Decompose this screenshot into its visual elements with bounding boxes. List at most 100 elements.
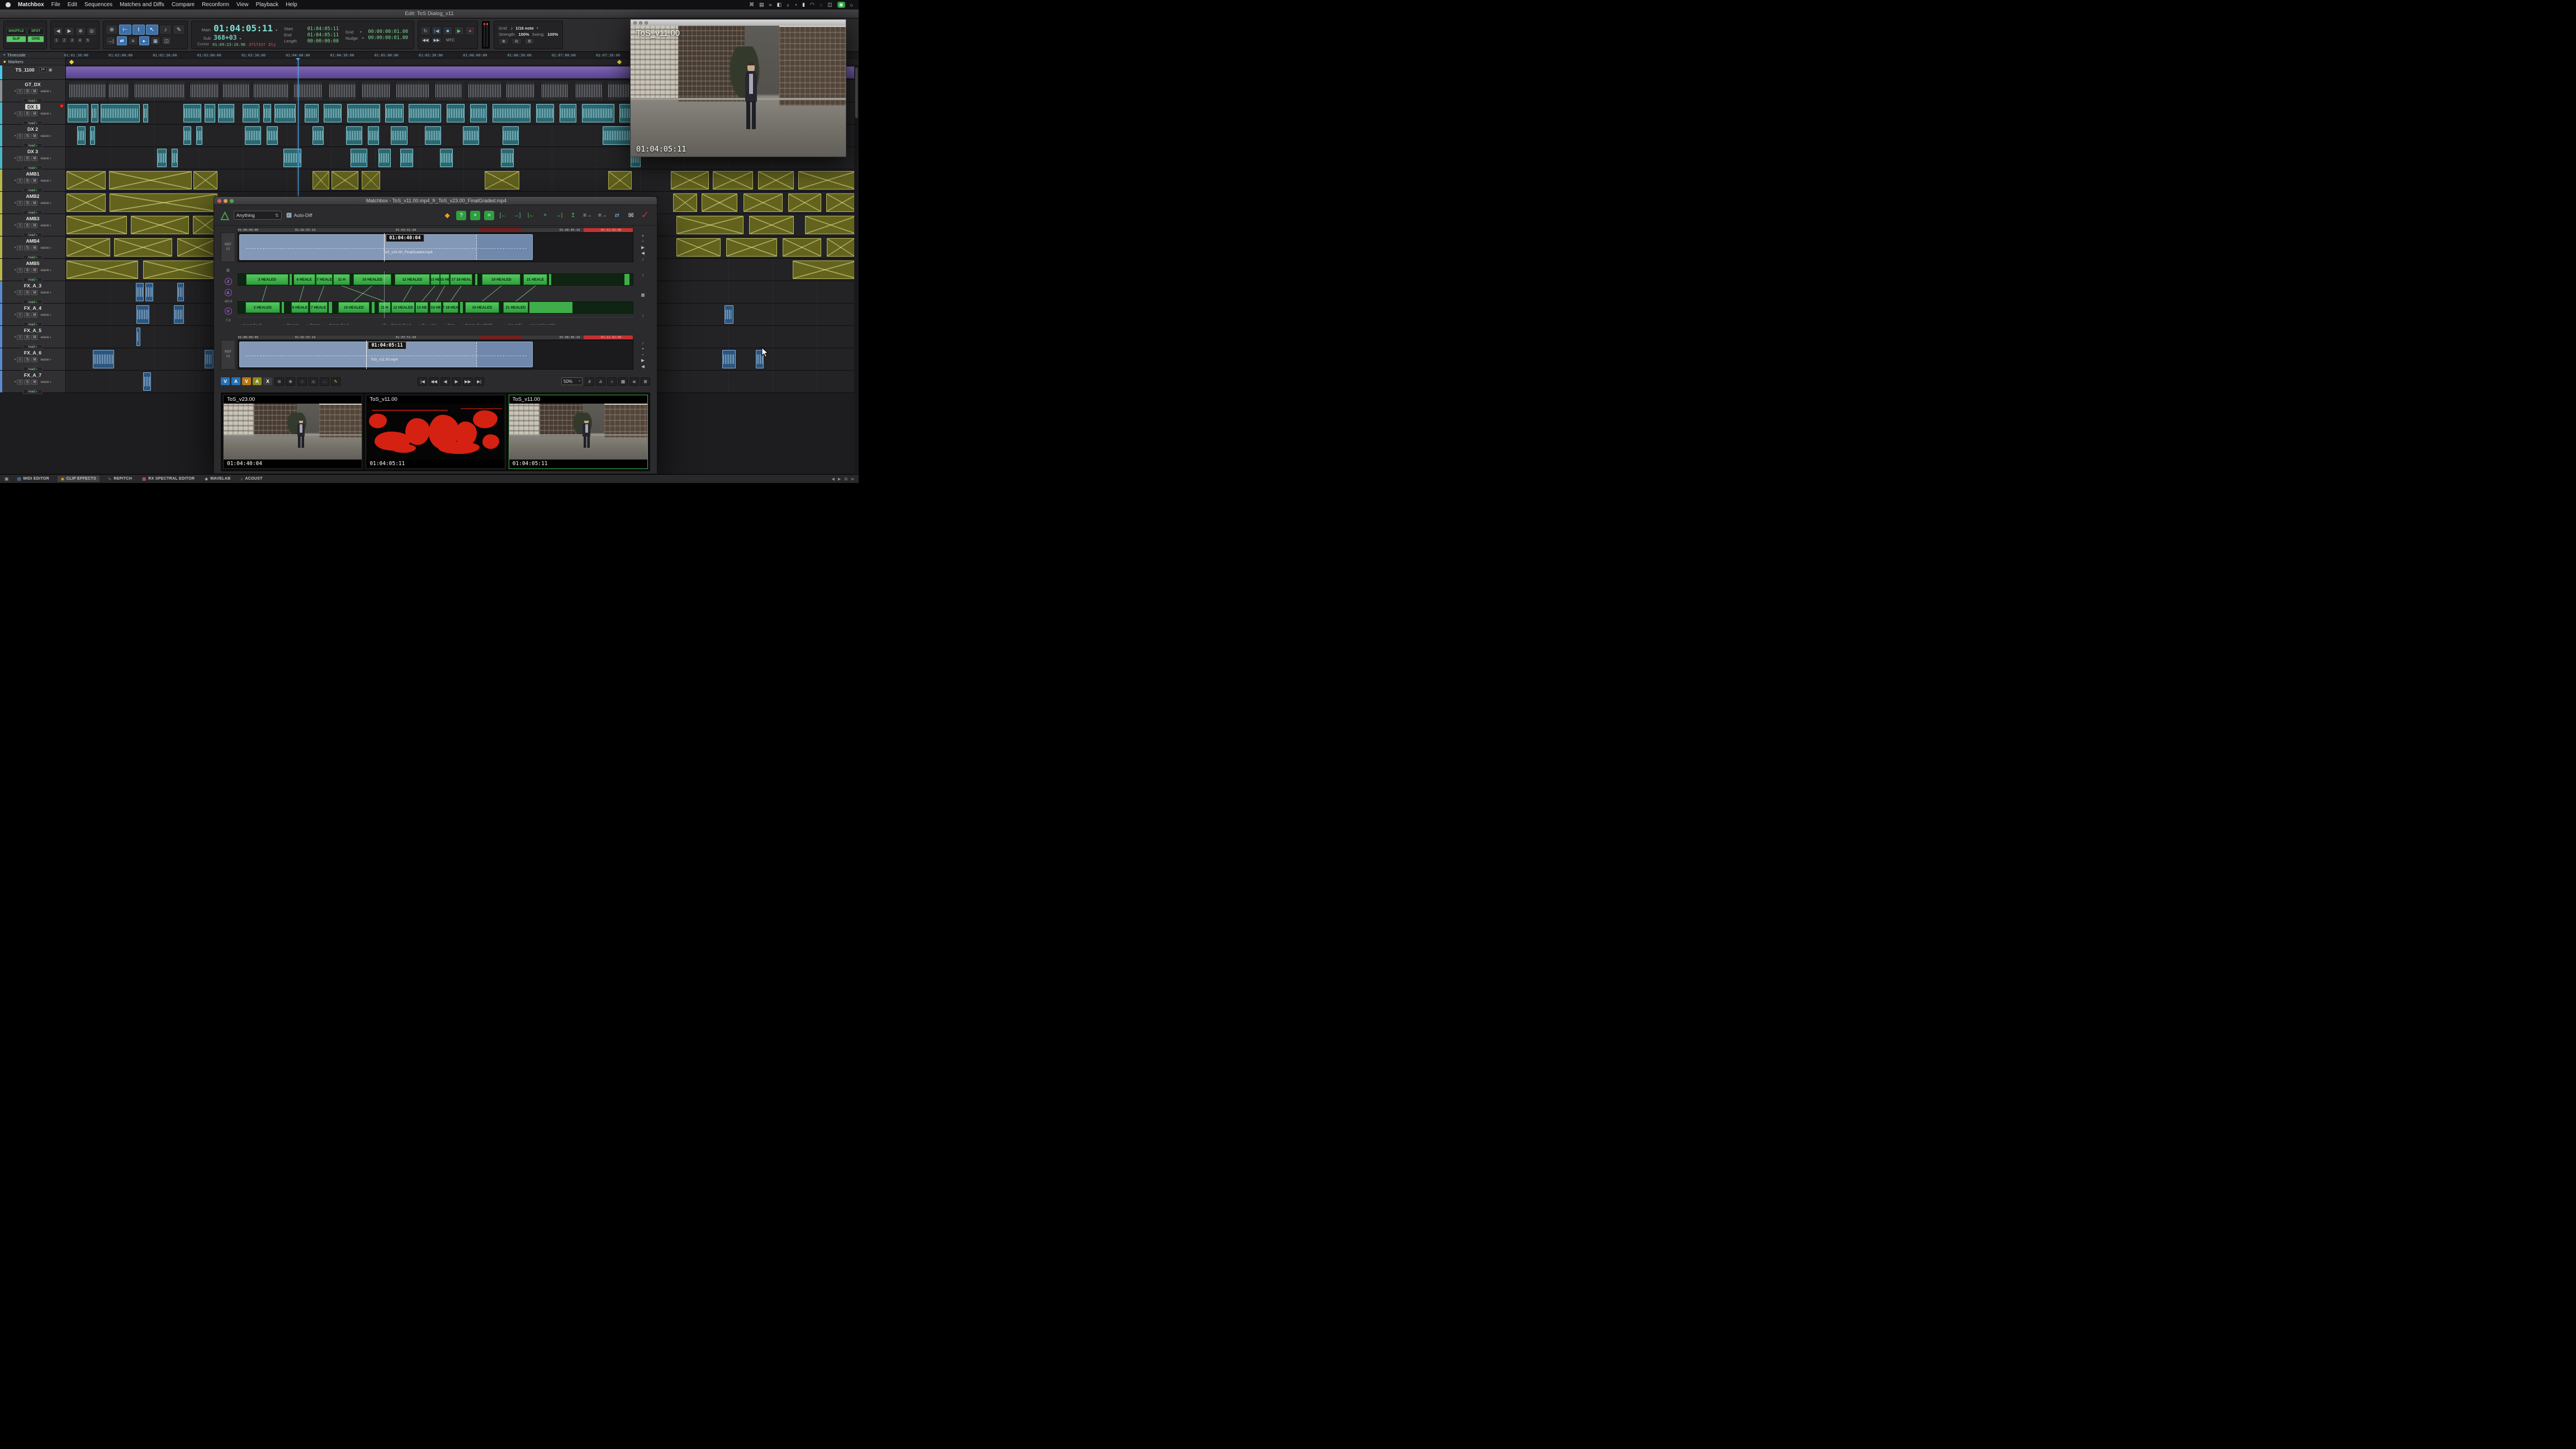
timeline-marker[interactable]: [617, 60, 622, 64]
menu-reconform[interactable]: Reconform: [202, 2, 229, 8]
track-options-icon[interactable]: ●: [14, 179, 16, 182]
audio-clip[interactable]: [91, 104, 98, 122]
trim-tool[interactable]: ⊢: [119, 25, 131, 35]
mb-bottom-ruler[interactable]: 01:00:00:0001:02:55:1401:03:51:0401:08:4…: [238, 335, 633, 340]
track-m-button[interactable]: M: [31, 223, 37, 228]
track-i-button[interactable]: I: [17, 312, 23, 318]
track-i-button[interactable]: I: [17, 223, 23, 228]
audio-clip[interactable]: [788, 193, 822, 212]
chevron-down-icon[interactable]: ▾: [240, 37, 242, 41]
stats-icon[interactable]: ≈: [769, 2, 772, 8]
track-s-button[interactable]: S: [24, 156, 30, 161]
audio-clip[interactable]: [702, 193, 737, 212]
heal-brush-button[interactable]: ✎: [331, 377, 340, 386]
filmstrip-icon[interactable]: ▦: [641, 293, 645, 297]
track-options-icon[interactable]: ●: [14, 380, 16, 383]
track-header[interactable]: AMB5●ISMwaveread: [0, 259, 66, 281]
track-options-icon[interactable]: ●: [14, 89, 16, 93]
track-s-button[interactable]: S: [24, 290, 30, 295]
track-s-button[interactable]: S: [24, 134, 30, 139]
zoom-preset-1[interactable]: 1: [53, 37, 60, 44]
close-icon[interactable]: [633, 21, 637, 25]
strip-playhead[interactable]: [384, 233, 385, 262]
menu-matches-and-diffs[interactable]: Matches and Diffs: [120, 2, 164, 8]
conform-rows-button[interactable]: ≡→: [582, 211, 593, 220]
track-header[interactable]: DX 1●ISMwaveread: [0, 102, 66, 124]
add-match-button[interactable]: +: [470, 211, 480, 220]
equal-match-button[interactable]: =: [484, 211, 494, 220]
copy-disabled-icon[interactable]: ▣: [309, 377, 318, 386]
audio-clip[interactable]: [183, 126, 191, 145]
diff-marker[interactable]: ◆R: [380, 319, 386, 325]
audio-clip[interactable]: [254, 82, 288, 100]
healed-sliver[interactable]: [372, 302, 375, 313]
track-view-select[interactable]: wave: [40, 335, 51, 339]
track-s-button[interactable]: S: [24, 89, 30, 94]
help-match-button[interactable]: ?: [456, 211, 466, 220]
audio-clip[interactable]: [110, 193, 217, 212]
minimize-icon[interactable]: [224, 199, 228, 203]
mb-bottom-track[interactable]: ToS_v11.00.mp401:04:05:11: [238, 340, 633, 370]
track-m-button[interactable]: M: [31, 111, 37, 116]
mode-spot[interactable]: SPOT: [27, 28, 44, 35]
track-s-button[interactable]: S: [24, 223, 30, 228]
diff-marker[interactable]: ◆Insert For 9: [239, 319, 262, 325]
keep-diamond-button[interactable]: ◆: [442, 211, 452, 220]
track-m-button[interactable]: M: [31, 312, 37, 318]
play-button[interactable]: ▶: [452, 377, 461, 386]
track-header[interactable]: AMB2●ISMwaveread: [0, 192, 66, 214]
audio-clip[interactable]: [827, 238, 855, 257]
audio-clip[interactable]: [468, 82, 501, 100]
track-view-select[interactable]: wave: [40, 268, 51, 272]
audio-clip[interactable]: [493, 104, 531, 122]
track-options-icon[interactable]: ●: [14, 224, 16, 227]
healed-segment[interactable]: 12 HEALED: [391, 302, 415, 313]
healed-segment[interactable]: 21 HEALE: [523, 274, 548, 285]
track-i-button[interactable]: I: [17, 178, 23, 183]
automation-mode-button[interactable]: read: [23, 389, 42, 394]
minimize-icon[interactable]: [639, 21, 642, 25]
track-name[interactable]: AMB4: [23, 238, 41, 244]
go-start-button[interactable]: |◀: [418, 377, 427, 386]
audio-clip[interactable]: [362, 171, 380, 190]
healed-segment[interactable]: 17 18 HEAL: [443, 302, 458, 313]
audio-clip[interactable]: [378, 149, 391, 167]
track-options-icon[interactable]: ●: [14, 358, 16, 361]
diff-marker[interactable]: ◆Delete For 20:05: [462, 319, 493, 325]
audio-clip[interactable]: [744, 193, 782, 212]
search-icon[interactable]: ◌: [820, 2, 822, 8]
zoom-in-button[interactable]: ⊕: [499, 38, 509, 45]
diff-marker[interactable]: ◆De: [418, 319, 427, 325]
link-disabled-icon[interactable]: ⊘: [297, 377, 307, 386]
x-track-button[interactable]: X: [263, 377, 272, 385]
menu-playback[interactable]: Playback: [255, 2, 278, 8]
track-view-select[interactable]: wave: [40, 246, 51, 250]
strip-minus-button[interactable]: −: [642, 239, 644, 244]
audio-clip[interactable]: [470, 104, 487, 122]
menu-edit[interactable]: Edit: [68, 2, 77, 8]
strength-value[interactable]: 100%: [518, 32, 529, 37]
track-s-button[interactable]: S: [24, 268, 30, 273]
track-i-button[interactable]: I: [17, 111, 23, 116]
markers-ruler-label[interactable]: Markers: [8, 59, 23, 64]
strip-prev-button[interactable]: ◀: [641, 251, 645, 255]
track-header[interactable]: AMB4●ISMwaveread: [0, 236, 66, 258]
audio-clip[interactable]: [143, 104, 149, 122]
healed-sliver[interactable]: [475, 274, 477, 285]
healed-segment[interactable]: 2 HEALED: [245, 302, 280, 313]
matchbox-titlebar[interactable]: Matchbox - ToS_v11.00.mp4_fr_ToS_v23.00_…: [214, 197, 657, 205]
audio-clip[interactable]: [391, 126, 408, 145]
track-header[interactable]: FX_A_5●ISMwaveread: [0, 326, 66, 348]
v23-audio-track-button[interactable]: A: [231, 377, 240, 385]
grid-toggle-button[interactable]: ▦: [150, 36, 160, 45]
mail-button[interactable]: ✉: [626, 211, 636, 220]
speaker-icon[interactable]: ♪: [642, 257, 644, 262]
bottom-tab-rx-spectral-editor[interactable]: ▦RX SPECTRAL EDITOR: [140, 476, 196, 482]
track-name[interactable]: FX_A_4: [22, 305, 44, 311]
track-i-button[interactable]: I: [17, 380, 23, 385]
filter-select[interactable]: Anything⇅: [234, 211, 282, 220]
layout-view-button[interactable]: ⊞: [641, 377, 650, 386]
audio-clip[interactable]: [67, 193, 105, 212]
healed-segment[interactable]: 15 HE: [430, 302, 442, 313]
track-options-icon[interactable]: ●: [14, 246, 16, 249]
